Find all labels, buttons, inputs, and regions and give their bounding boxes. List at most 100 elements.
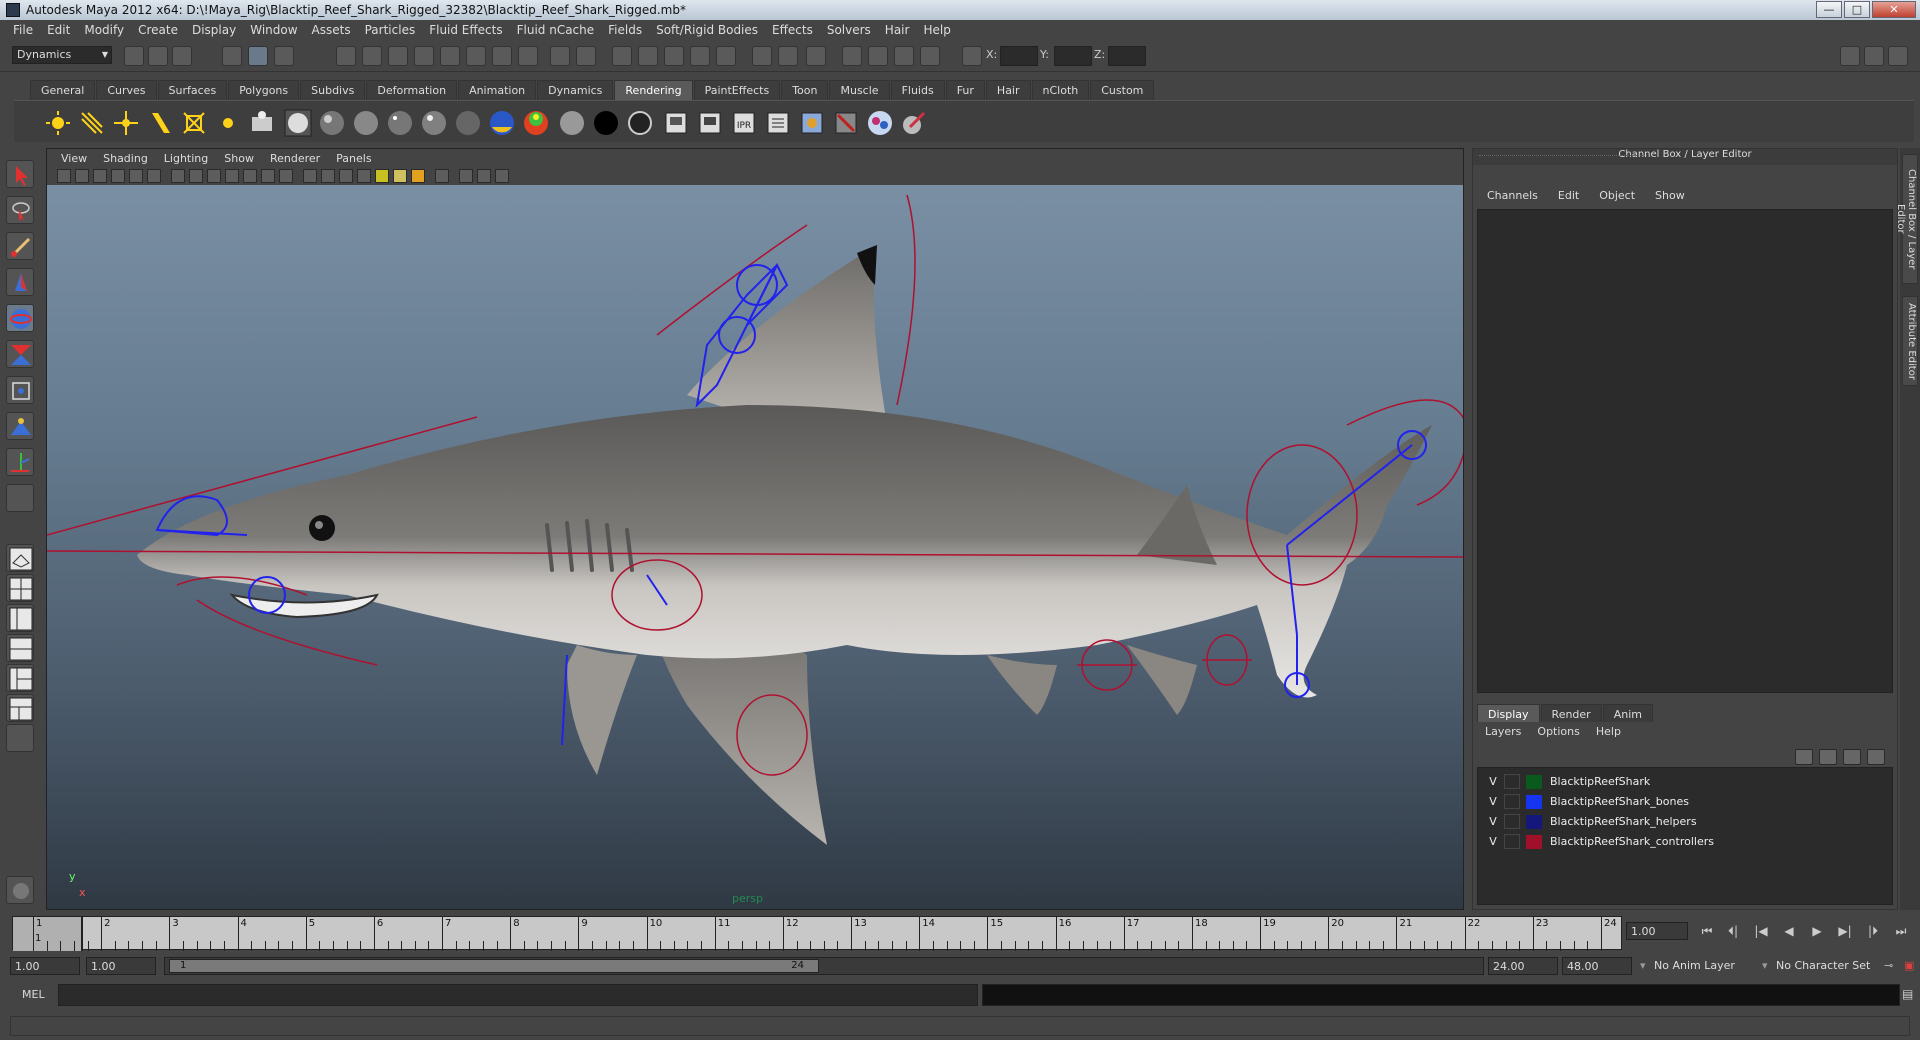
layer-color-swatch[interactable] bbox=[1526, 835, 1542, 849]
step-forward-key-button[interactable]: |⏵ bbox=[1862, 922, 1884, 940]
viewport-menu-view[interactable]: View bbox=[53, 152, 95, 165]
wireframe-on-shaded-icon[interactable] bbox=[339, 169, 353, 183]
animation-preferences-icon[interactable]: ▣ bbox=[1900, 957, 1918, 975]
select-object-icon[interactable] bbox=[248, 46, 268, 66]
single-perspective-layout-icon[interactable] bbox=[6, 544, 34, 572]
shelf-editor-icon[interactable] bbox=[6, 876, 34, 904]
layer-menu-help[interactable]: Help bbox=[1588, 725, 1629, 738]
hypershade-icon[interactable] bbox=[248, 109, 276, 137]
shelf-tab-custom[interactable]: Custom bbox=[1090, 80, 1155, 100]
mel-command-input[interactable] bbox=[58, 984, 978, 1006]
menu-fluid-ncache[interactable]: Fluid nCache bbox=[510, 23, 602, 37]
camera-attributes-icon[interactable] bbox=[75, 169, 89, 183]
soft-mod-tool-icon[interactable] bbox=[6, 412, 34, 440]
move-layer-down-icon[interactable] bbox=[1819, 749, 1837, 765]
render-sphere-icon[interactable] bbox=[284, 109, 312, 137]
layer-color-swatch[interactable] bbox=[1526, 795, 1542, 809]
lasso-tool-icon[interactable] bbox=[6, 196, 34, 224]
x-field[interactable] bbox=[1000, 46, 1038, 66]
shelf-tab-animation[interactable]: Animation bbox=[458, 80, 537, 100]
black-sphere-icon[interactable] bbox=[592, 109, 620, 137]
smooth-shade-icon[interactable] bbox=[321, 169, 335, 183]
open-scene-icon[interactable] bbox=[148, 46, 168, 66]
step-back-frame-button[interactable]: |◀ bbox=[1750, 922, 1772, 940]
y-field[interactable] bbox=[1054, 46, 1092, 66]
toggle-channel-box-icon[interactable] bbox=[1888, 46, 1908, 66]
backface-culling-icon[interactable] bbox=[495, 169, 509, 183]
save-scene-icon[interactable] bbox=[172, 46, 192, 66]
batch-render-icon[interactable] bbox=[798, 109, 826, 137]
spot-light-icon[interactable] bbox=[146, 109, 174, 137]
layer-display-type-toggle[interactable] bbox=[1504, 834, 1520, 849]
shelf-tab-deformation[interactable]: Deformation bbox=[366, 80, 458, 100]
auto-key-icon[interactable]: ⊸ bbox=[1880, 957, 1897, 975]
x-ray-joints-icon[interactable] bbox=[477, 169, 491, 183]
range-slider-track[interactable]: 1 24 bbox=[164, 957, 1484, 975]
ramp-sphere-icon[interactable] bbox=[488, 109, 516, 137]
safe-action-icon[interactable] bbox=[261, 169, 275, 183]
render-settings-icon[interactable] bbox=[764, 109, 792, 137]
mask-curves-icon[interactable] bbox=[388, 46, 408, 66]
shadows-icon[interactable] bbox=[393, 169, 407, 183]
select-camera-icon[interactable] bbox=[57, 169, 71, 183]
shelf-tab-painteffects[interactable]: PaintEffects bbox=[693, 80, 781, 100]
channel-box-menu-object[interactable]: Object bbox=[1589, 189, 1645, 202]
play-backwards-button[interactable]: ◀ bbox=[1778, 922, 1800, 940]
select-tool-icon[interactable] bbox=[6, 160, 34, 188]
shelf-tab-hair[interactable]: Hair bbox=[985, 80, 1031, 100]
side-tab-channel-box[interactable]: Channel Box / Layer Editor bbox=[1895, 154, 1918, 284]
playback-end-field[interactable]: 24.00 bbox=[1488, 957, 1558, 975]
step-back-key-button[interactable]: ⏴| bbox=[1722, 922, 1744, 940]
layer-row[interactable]: V BlacktipReefShark bbox=[1478, 772, 1892, 792]
shelf-tab-subdivs[interactable]: Subdivs bbox=[300, 80, 366, 100]
area-light-icon[interactable] bbox=[180, 109, 208, 137]
menu-particles[interactable]: Particles bbox=[358, 23, 423, 37]
render-globals-icon[interactable] bbox=[894, 46, 914, 66]
open-render-view-icon[interactable] bbox=[806, 46, 826, 66]
persp-graph-layout-icon[interactable] bbox=[6, 634, 34, 662]
shelf-tab-curves[interactable]: Curves bbox=[96, 80, 157, 100]
snap-curve-icon[interactable] bbox=[638, 46, 658, 66]
layer-row[interactable]: V BlacktipReefShark_helpers bbox=[1478, 812, 1892, 832]
layer-row[interactable]: V BlacktipReefShark_controllers bbox=[1478, 832, 1892, 852]
wireframe-icon[interactable] bbox=[303, 169, 317, 183]
chevron-down-icon[interactable]: ▾ bbox=[1636, 957, 1650, 975]
channel-box-menu-show[interactable]: Show bbox=[1645, 189, 1695, 202]
viewport-menu-renderer[interactable]: Renderer bbox=[262, 152, 328, 165]
render-current-icon[interactable] bbox=[696, 109, 724, 137]
viewport-canvas[interactable]: persp y x bbox=[47, 185, 1463, 909]
layer-menu-options[interactable]: Options bbox=[1529, 725, 1587, 738]
current-frame-marker[interactable] bbox=[13, 917, 83, 951]
color-sphere-icon[interactable] bbox=[522, 109, 550, 137]
side-tab-attribute-editor[interactable]: Attribute Editor bbox=[1902, 296, 1918, 386]
last-tool-icon[interactable] bbox=[6, 484, 34, 512]
shelf-tab-rendering[interactable]: Rendering bbox=[614, 80, 693, 100]
menu-fluid-effects[interactable]: Fluid Effects bbox=[422, 23, 509, 37]
dock-handle[interactable] bbox=[1479, 155, 1649, 156]
shelf-tab-ncloth[interactable]: nCloth bbox=[1031, 80, 1090, 100]
menu-fields[interactable]: Fields bbox=[601, 23, 649, 37]
channel-box-menu-channels[interactable]: Channels bbox=[1477, 189, 1548, 202]
viewport-menu-panels[interactable]: Panels bbox=[328, 152, 379, 165]
menu-modify[interactable]: Modify bbox=[77, 23, 131, 37]
layer-visibility-toggle[interactable]: V bbox=[1486, 795, 1500, 808]
use-all-lights-icon[interactable] bbox=[375, 169, 389, 183]
range-slider-handle[interactable]: 1 24 bbox=[169, 959, 819, 973]
menu-effects[interactable]: Effects bbox=[765, 23, 820, 37]
shelf-tab-toon[interactable]: Toon bbox=[781, 80, 829, 100]
menu-window[interactable]: Window bbox=[243, 23, 304, 37]
gray-sphere-icon[interactable] bbox=[558, 109, 586, 137]
safe-title-icon[interactable] bbox=[279, 169, 293, 183]
layer-color-swatch[interactable] bbox=[1526, 815, 1542, 829]
close-button[interactable]: ✕ bbox=[1872, 1, 1916, 18]
cancel-render-icon[interactable] bbox=[832, 109, 860, 137]
mental-ray-icon[interactable] bbox=[866, 109, 894, 137]
z-field[interactable] bbox=[1108, 46, 1146, 66]
menu-soft-rigid-bodies[interactable]: Soft/Rigid Bodies bbox=[649, 23, 765, 37]
shelf-tab-polygons[interactable]: Polygons bbox=[228, 80, 300, 100]
hollow-sphere-icon[interactable] bbox=[626, 109, 654, 137]
viewport-menu-shading[interactable]: Shading bbox=[95, 152, 156, 165]
layout-options-icon[interactable] bbox=[6, 724, 34, 752]
ipr-render-icon[interactable] bbox=[868, 46, 888, 66]
transform-mode-icon[interactable] bbox=[962, 46, 982, 66]
